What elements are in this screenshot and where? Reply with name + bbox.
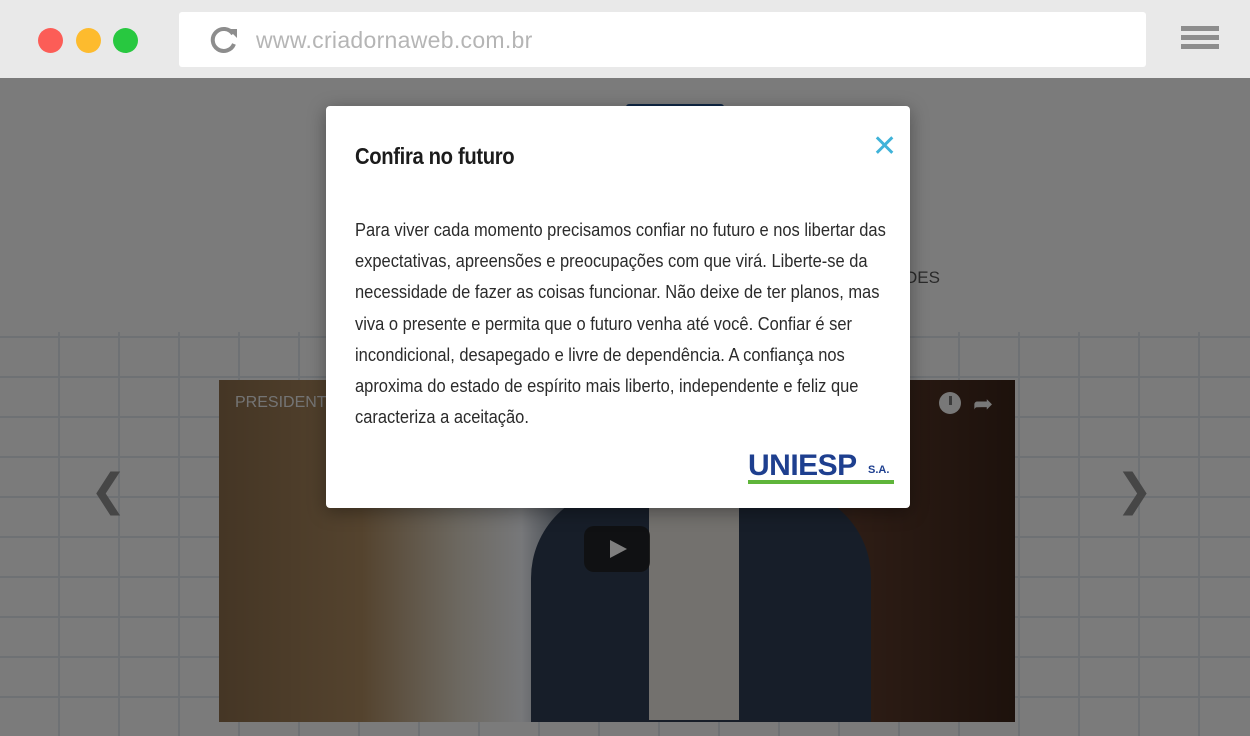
browser-toolbar: www.criadornaweb.com.br <box>0 0 1250 78</box>
close-icon[interactable]: ✕ <box>872 132 897 162</box>
modal-body-text: Para viver cada momento precisamos confi… <box>355 219 886 428</box>
url-text: www.criadornaweb.com.br <box>256 27 533 53</box>
minimize-window-button[interactable] <box>76 28 101 53</box>
brand-name: UNIESP <box>748 449 857 482</box>
maximize-window-button[interactable] <box>113 28 138 53</box>
brand-logo: UNIESP S.A. <box>748 449 896 485</box>
hamburger-menu-icon[interactable] <box>1181 26 1219 54</box>
close-window-button[interactable] <box>38 28 63 53</box>
modal-title: Confira no futuro <box>355 143 515 169</box>
brand-underline <box>748 480 894 484</box>
modal-dialog: Confira no futuro ✕ Para viver cada mome… <box>326 106 910 508</box>
reload-icon[interactable] <box>209 26 239 54</box>
brand-suffix: S.A. <box>868 464 890 476</box>
address-bar[interactable]: www.criadornaweb.com.br <box>179 12 1146 67</box>
